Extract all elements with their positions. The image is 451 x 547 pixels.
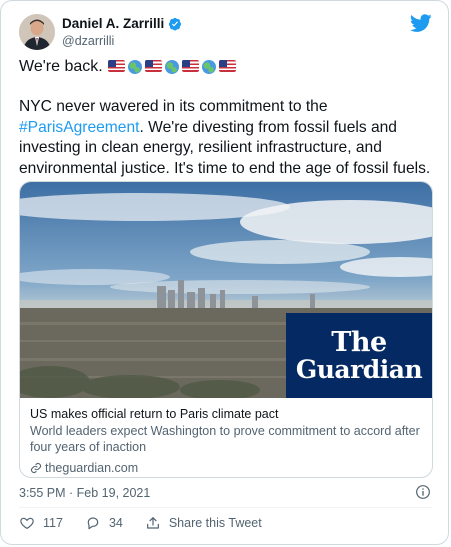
tweet-card: Daniel A. Zarrilli @dzarrilli We're back… (0, 0, 449, 545)
hashtag-link[interactable]: #ParisAgreement (19, 119, 139, 136)
author-avatar[interactable] (19, 14, 55, 50)
author-handle[interactable]: @dzarrilli (62, 34, 114, 48)
reply-bubble-icon (87, 517, 99, 530)
emoji-row (107, 60, 236, 74)
article-domain: theguardian.com (45, 461, 139, 475)
reply-count: 34 (108, 516, 123, 530)
heart-icon (20, 517, 34, 530)
guardian-logo-line1: The (331, 326, 387, 358)
us-flag-icon (107, 60, 125, 72)
link-card-meta: US makes official return to Paris climat… (30, 406, 425, 475)
tweet-body: NYC never wavered in its commitment to t… (19, 97, 439, 179)
reply-button[interactable]: 34 (85, 515, 123, 531)
action-bar: 117 34 Share this Tweet (19, 515, 284, 531)
share-button[interactable]: Share this Tweet (145, 515, 262, 531)
globe-icon (164, 60, 179, 74)
guardian-logo: The Guardian (286, 313, 432, 398)
share-icon (146, 517, 159, 529)
us-flag-icon (218, 60, 236, 72)
author-name-row[interactable]: Daniel A. Zarrilli (62, 16, 182, 31)
us-flag-icon (181, 60, 199, 72)
article-description: World leaders expect Washington to prove… (30, 424, 420, 454)
info-icon[interactable] (415, 484, 431, 500)
twitter-bird-icon[interactable] (410, 12, 432, 34)
guardian-logo-line2: Guardian (295, 354, 423, 384)
article-domain-row: theguardian.com (30, 461, 425, 475)
link-icon (30, 462, 42, 474)
tweet-timestamp[interactable]: 3:55 PM · Feb 19, 2021 (19, 486, 150, 500)
link-preview-card[interactable]: The Guardian US makes official return to… (19, 181, 433, 478)
like-count: 117 (43, 516, 63, 530)
tweet-body-start: NYC never wavered in its commitment to t… (19, 98, 328, 115)
globe-icon (127, 60, 142, 74)
divider (19, 507, 432, 508)
share-label: Share this Tweet (168, 516, 262, 530)
globe-icon (201, 60, 216, 74)
verified-badge-icon (169, 17, 182, 30)
tweet-line1-text: We're back. (19, 58, 103, 75)
article-title[interactable]: US makes official return to Paris climat… (30, 406, 425, 422)
us-flag-icon (144, 60, 162, 72)
like-button[interactable]: 117 (19, 515, 63, 531)
tweet-first-line: We're back. (19, 58, 236, 76)
author-name[interactable]: Daniel A. Zarrilli (62, 16, 164, 31)
